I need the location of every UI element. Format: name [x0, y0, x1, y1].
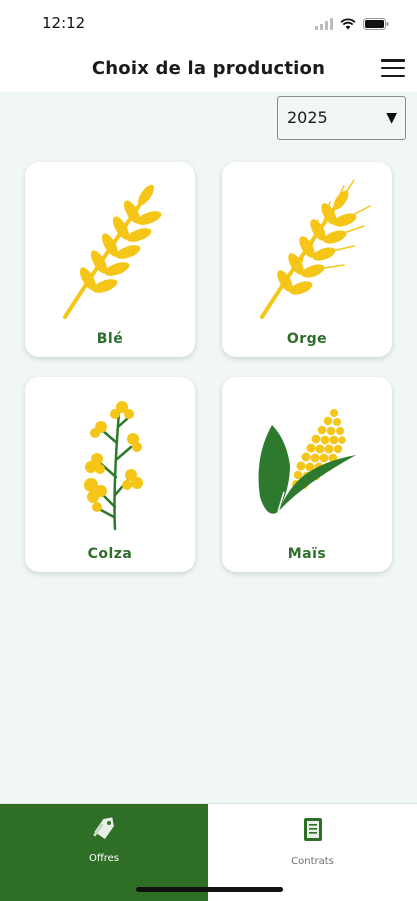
page-title: Choix de la production: [91, 58, 326, 79]
year-select[interactable]: 2025 ▼: [277, 96, 406, 140]
status-icons: [315, 15, 389, 34]
crop-card-orge[interactable]: Orge: [222, 162, 392, 357]
menu-icon-bar: [381, 66, 405, 70]
crop-card-label: Maïs: [287, 546, 327, 562]
battery-icon: [363, 15, 389, 34]
tab-label: Contrats: [291, 856, 334, 867]
crop-card-label: Colza: [87, 546, 133, 562]
tag-icon: [90, 814, 118, 846]
status-bar: 12:12: [0, 0, 417, 46]
crop-card-colza[interactable]: Colza: [25, 377, 195, 572]
crop-card-label: Blé: [96, 331, 124, 347]
crop-card-label: Orge: [286, 331, 328, 347]
wheat-icon: [63, 184, 162, 319]
menu-button[interactable]: [381, 57, 405, 79]
barley-icon: [260, 179, 371, 319]
menu-icon-bar: [381, 74, 405, 77]
crop-card-ble[interactable]: Blé: [25, 162, 195, 357]
wifi-icon: [340, 15, 356, 34]
home-indicator: [136, 887, 283, 892]
app-header: Choix de la production: [0, 46, 417, 92]
corn-icon: [258, 409, 356, 514]
rapeseed-icon: [84, 401, 143, 531]
signal-icon: [315, 15, 333, 34]
document-icon: [301, 816, 325, 848]
caret-down-icon: ▼: [386, 110, 397, 126]
menu-icon-bar: [381, 59, 405, 62]
year-select-value: 2025: [287, 108, 328, 127]
crop-card-mais[interactable]: Maïs: [222, 377, 392, 572]
tab-label: Offres: [88, 853, 119, 864]
status-time: 12:12: [42, 14, 86, 32]
